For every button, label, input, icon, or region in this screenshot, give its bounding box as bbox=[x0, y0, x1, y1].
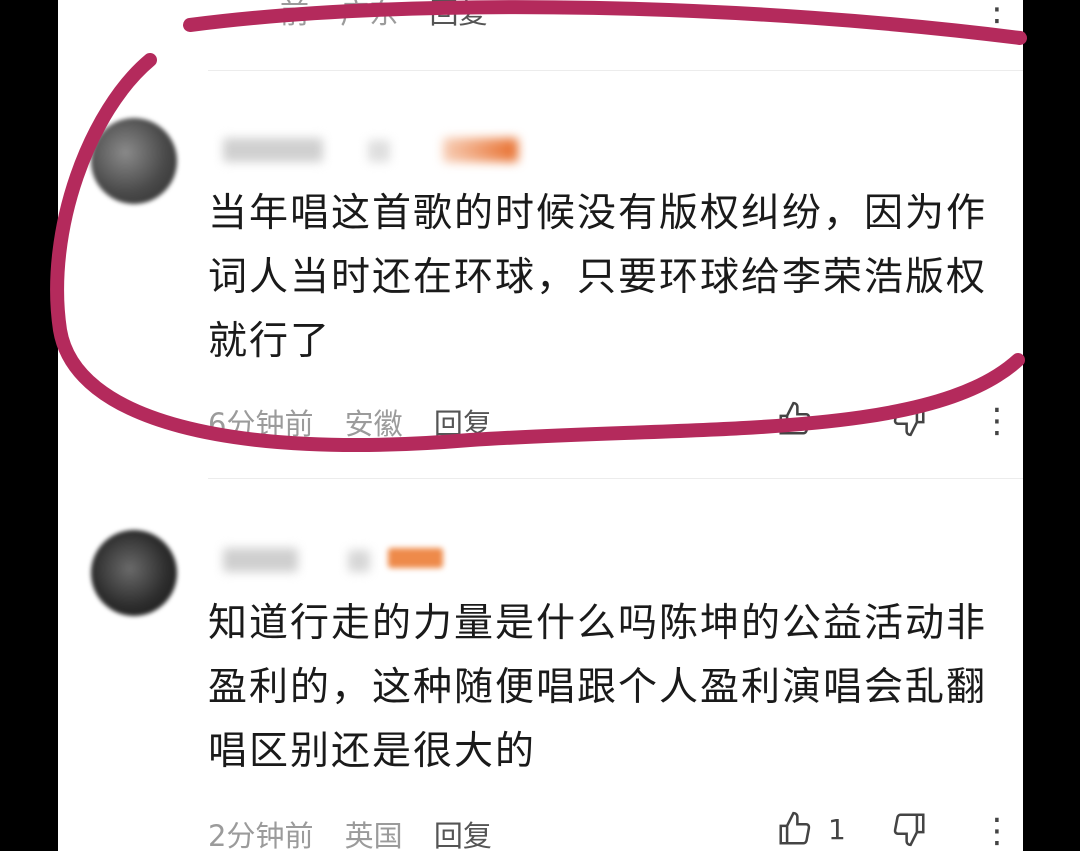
comment-1-line: 词人当时还在环球，只要环球给李荣浩版权 bbox=[208, 255, 988, 300]
comment-2-more-icon[interactable]: ⋮ bbox=[980, 814, 1014, 848]
thumbs-down-icon bbox=[893, 813, 925, 847]
comment-2-location: 英国 bbox=[344, 819, 403, 851]
top-comment-time: 前 bbox=[280, 0, 310, 30]
comment-2-time: 2分钟前 bbox=[208, 819, 314, 851]
top-comment-meta: 前 广东 回复 bbox=[208, 0, 509, 32]
comment-2-level-badge bbox=[388, 548, 443, 568]
comment-2-line: 盈利的，这种随便唱跟个人盈利演唱会乱翻 bbox=[208, 665, 988, 710]
comment-2-like-count: 1 bbox=[828, 812, 846, 846]
comment-2-meta: 2分钟前 英国 回复 bbox=[208, 813, 514, 851]
comment-1-avatar[interactable] bbox=[91, 118, 177, 204]
divider bbox=[208, 478, 1023, 479]
comment-1-like-button[interactable] bbox=[776, 400, 814, 446]
thumbs-up-icon bbox=[779, 401, 811, 435]
comment-1-time: 6分钟前 bbox=[208, 407, 314, 441]
comment-2-line: 知道行走的力量是什么吗陈坤的公益活动非 bbox=[208, 601, 988, 646]
top-comment-reply-button[interactable]: 回复 bbox=[429, 0, 487, 30]
comment-2-line: 唱区别还是很大的 bbox=[208, 729, 537, 774]
comment-2-dislike-button[interactable] bbox=[890, 810, 928, 851]
top-comment-location: 广东 bbox=[340, 0, 399, 30]
comment-2-avatar[interactable] bbox=[91, 530, 177, 616]
top-comment-more-icon[interactable]: ⋮ bbox=[980, 0, 1014, 26]
comment-1-location: 安徽 bbox=[344, 407, 403, 441]
thumbs-down-icon bbox=[893, 403, 925, 437]
comment-1-line: 当年唱这首歌的时候没有版权纠纷，因为作 bbox=[208, 191, 988, 236]
thumbs-up-icon bbox=[779, 811, 811, 845]
comment-1-dislike-button[interactable] bbox=[890, 400, 928, 446]
comment-2-reply-button[interactable]: 回复 bbox=[434, 819, 492, 851]
comment-2-like-button[interactable]: 1 bbox=[776, 810, 846, 848]
comment-1-line: 就行了 bbox=[208, 319, 332, 364]
comment-1-reply-button[interactable]: 回复 bbox=[434, 407, 492, 441]
comment-1-text: 当年唱这首歌的时候没有版权纠纷，因为作 词人当时还在环球，只要环球给李荣浩版权 … bbox=[208, 182, 998, 374]
comment-list: 前 广东 回复 ⋮ 当年唱这首歌的时候没有版权纠纷，因为作 词人当时还在环球，只… bbox=[58, 0, 1023, 851]
comment-1-meta: 6分钟前 安徽 回复 bbox=[208, 401, 514, 443]
comment-2-text: 知道行走的力量是什么吗陈坤的公益活动非 盈利的，这种随便唱跟个人盈利演唱会乱翻 … bbox=[208, 592, 998, 784]
comment-1-more-icon[interactable]: ⋮ bbox=[980, 404, 1014, 438]
comment-1-level-badge bbox=[443, 138, 518, 162]
divider bbox=[208, 70, 1023, 71]
